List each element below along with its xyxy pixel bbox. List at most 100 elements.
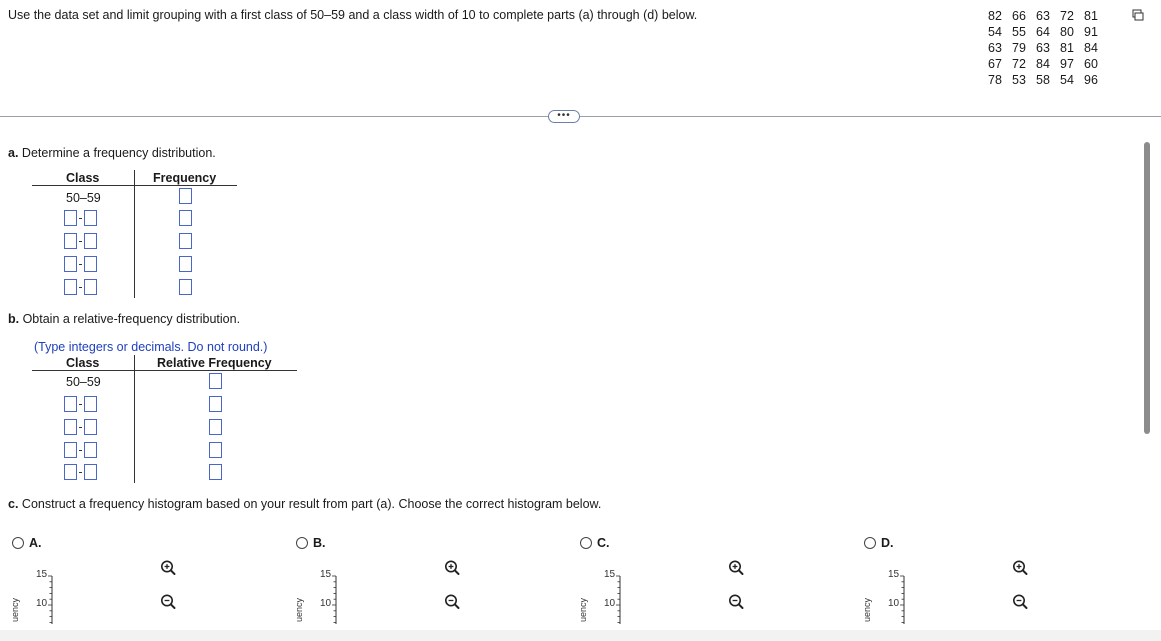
part-b-class-upper-input[interactable] xyxy=(84,442,97,458)
part-b-relfreq-header: Relative Frequency xyxy=(157,356,272,370)
question-prompt: Use the data set and limit grouping with… xyxy=(8,8,698,22)
option-c-zoom-out-icon[interactable] xyxy=(727,593,745,611)
data-value: 53 xyxy=(1012,73,1026,87)
part-a-class-upper-input[interactable] xyxy=(84,256,97,272)
data-set-row: 67 72 84 97 60 xyxy=(988,56,1108,72)
option-a-label[interactable]: A. xyxy=(29,536,42,550)
data-value: 66 xyxy=(1012,9,1026,23)
class-range-dash xyxy=(79,472,82,473)
option-c-zoom-in-icon[interactable] xyxy=(727,559,745,577)
part-a-column-rule xyxy=(134,170,135,298)
part-b-class-header: Class xyxy=(66,356,100,370)
part-a-class-lower-input[interactable] xyxy=(64,256,77,272)
data-set-table: 82 66 63 72 81 54 55 64 80 91 63 79 63 81 84 67 72 84 97 60… xyxy=(988,8,1108,88)
part-a-class-upper-input[interactable] xyxy=(84,210,97,226)
data-value: 63 xyxy=(1036,41,1050,55)
data-set-row: 63 79 63 81 84 xyxy=(988,40,1108,56)
option-d-zoom-in-icon[interactable] xyxy=(1011,559,1029,577)
part-b-class-lower-input[interactable] xyxy=(64,442,77,458)
part-a-frequency-input[interactable] xyxy=(179,233,192,249)
option-d-label[interactable]: D. xyxy=(881,536,894,550)
part-a-class-header: Class xyxy=(66,171,100,185)
part-b-relfreq-input[interactable] xyxy=(209,442,222,458)
part-b-class-upper-input[interactable] xyxy=(84,464,97,480)
option-d-zoom-out-icon[interactable] xyxy=(1011,593,1029,611)
part-a-frequency-header: Frequency xyxy=(153,171,217,185)
class-range-dash xyxy=(79,450,82,451)
option-b-zoom-in-icon[interactable] xyxy=(443,559,461,577)
vertical-scrollbar[interactable] xyxy=(1144,142,1150,434)
expand-ellipsis-button[interactable]: ••• xyxy=(548,110,580,123)
option-a-zoom-in-icon[interactable] xyxy=(159,559,177,577)
data-value: 79 xyxy=(1012,41,1026,55)
part-a-heading: a. Determine a frequency distribution. xyxy=(8,146,216,160)
data-set-row: 82 66 63 72 81 xyxy=(988,8,1108,24)
option-c-y-axis xyxy=(616,575,621,624)
data-value: 81 xyxy=(1084,9,1098,23)
part-a-class-lower-input[interactable] xyxy=(64,233,77,249)
part-b-class-lower-input[interactable] xyxy=(64,464,77,480)
part-a-frequency-input[interactable] xyxy=(179,256,192,272)
part-a-frequency-input[interactable] xyxy=(179,279,192,295)
copy-data-icon[interactable] xyxy=(1132,9,1144,21)
class-range-dash xyxy=(79,264,82,265)
data-value: 60 xyxy=(1084,57,1098,71)
option-d-y-axis xyxy=(900,575,905,624)
option-b-y-axis-label: uency xyxy=(294,597,304,622)
data-set-row: 54 55 64 80 91 xyxy=(988,24,1108,40)
data-value: 81 xyxy=(1060,41,1074,55)
data-value: 63 xyxy=(988,41,1002,55)
part-b-relfreq-input[interactable] xyxy=(209,373,222,389)
option-c-y-axis-label: uency xyxy=(578,597,588,622)
part-b-column-rule xyxy=(134,355,135,483)
part-b-heading: b. Obtain a relative-frequency distribut… xyxy=(8,312,241,326)
option-a-zoom-out-icon[interactable] xyxy=(159,593,177,611)
part-b-class-lower-input[interactable] xyxy=(64,396,77,412)
data-value: 84 xyxy=(1036,57,1050,71)
data-value: 82 xyxy=(988,9,1002,23)
class-range-dash xyxy=(79,287,82,288)
data-value: 54 xyxy=(988,25,1002,39)
part-b-class-upper-input[interactable] xyxy=(84,396,97,412)
data-value: 54 xyxy=(1060,73,1074,87)
option-b-radio[interactable] xyxy=(296,537,308,549)
data-set-row: 78 53 58 54 96 xyxy=(988,72,1108,88)
part-b-hint: (Type integers or decimals. Do not round… xyxy=(34,340,268,354)
part-b-relfreq-input[interactable] xyxy=(209,464,222,480)
part-a-class-lower-input[interactable] xyxy=(64,279,77,295)
part-b-relfreq-input[interactable] xyxy=(209,419,222,435)
part-b-first-class: 50–59 xyxy=(66,375,101,389)
part-b-header-rule xyxy=(32,370,297,371)
option-c-label[interactable]: C. xyxy=(597,536,610,550)
class-range-dash xyxy=(79,404,82,405)
part-c-heading: c. Construct a frequency histogram based… xyxy=(8,497,602,511)
part-a-class-lower-input[interactable] xyxy=(64,210,77,226)
class-range-dash xyxy=(79,427,82,428)
option-a-radio[interactable] xyxy=(12,537,24,549)
section-divider xyxy=(0,116,1161,117)
data-value: 63 xyxy=(1036,9,1050,23)
part-b-class-lower-input[interactable] xyxy=(64,419,77,435)
part-a-frequency-input[interactable] xyxy=(179,188,192,204)
data-value: 84 xyxy=(1084,41,1098,55)
option-c-radio[interactable] xyxy=(580,537,592,549)
data-value: 55 xyxy=(1012,25,1026,39)
data-value: 97 xyxy=(1060,57,1074,71)
part-a-class-upper-input[interactable] xyxy=(84,233,97,249)
option-b-zoom-out-icon[interactable] xyxy=(443,593,461,611)
data-value: 58 xyxy=(1036,73,1050,87)
data-value: 72 xyxy=(1012,57,1026,71)
part-a-frequency-input[interactable] xyxy=(179,210,192,226)
option-a-y-axis-label: uency xyxy=(10,597,20,622)
data-value: 80 xyxy=(1060,25,1074,39)
part-a-class-upper-input[interactable] xyxy=(84,279,97,295)
part-b-relfreq-input[interactable] xyxy=(209,396,222,412)
data-value: 78 xyxy=(988,73,1002,87)
option-d-y-axis-label: uency xyxy=(862,597,872,622)
part-b-class-upper-input[interactable] xyxy=(84,419,97,435)
class-range-dash xyxy=(79,241,82,242)
option-b-label[interactable]: B. xyxy=(313,536,326,550)
data-value: 96 xyxy=(1084,73,1098,87)
data-value: 64 xyxy=(1036,25,1050,39)
option-d-radio[interactable] xyxy=(864,537,876,549)
